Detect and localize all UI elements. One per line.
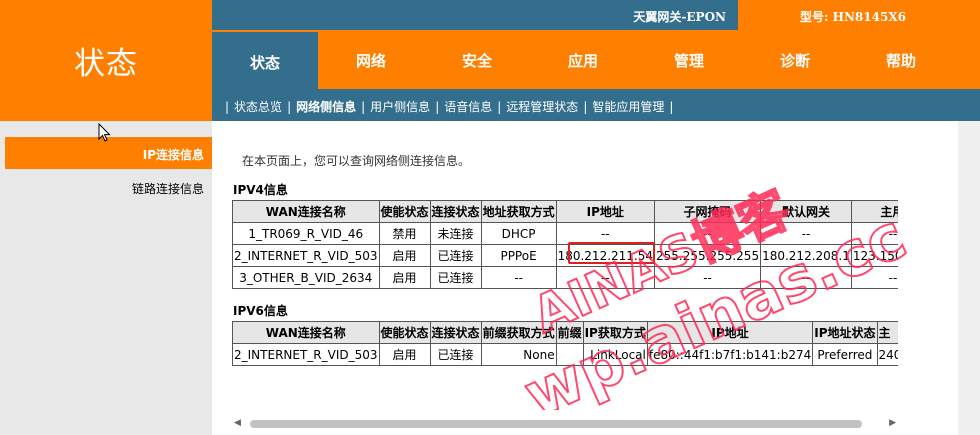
col-header: 主	[876, 321, 898, 344]
table-cell: --	[480, 266, 557, 289]
nav-help[interactable]: 帮助	[848, 30, 954, 89]
scroll-left-icon[interactable]: ◀	[234, 418, 241, 428]
table-cell: 启用	[378, 343, 431, 366]
table-header-row: WAN连接名称 使能状态 连接状态 前缀获取方式 前缀 IP获取方式 IP地址 …	[232, 321, 898, 344]
ipv6-section-title: IPV6信息	[233, 304, 288, 318]
ipv4-section-title: IPV4信息	[233, 183, 288, 197]
table-row: 2_INTERNET_R_VID_503 启用 已连接 None LinkLoc…	[232, 343, 898, 366]
table-cell: 123.150.150.	[850, 244, 898, 267]
model-label: 型号: HN8145X6	[800, 10, 906, 24]
table-cell: 已连接	[429, 343, 482, 366]
table-cell: 3_OTHER_B_VID_2634	[232, 266, 380, 289]
table-cell: --	[654, 266, 762, 289]
ip-highlight-box	[568, 242, 655, 264]
ipv6-table: WAN连接名称 使能状态 连接状态 前缀获取方式 前缀 IP获取方式 IP地址 …	[232, 321, 898, 366]
col-header: IP地址	[555, 200, 656, 223]
table-cell: --	[760, 222, 852, 245]
separator: |	[497, 100, 502, 114]
table-cell: 240e	[876, 343, 898, 366]
table-cell: --	[555, 266, 656, 289]
col-header: 连接状态	[429, 200, 482, 223]
nav-network[interactable]: 网络	[318, 30, 424, 89]
horizontal-scrollbar[interactable]: ◀ ▶	[232, 416, 898, 430]
sidebar: IP连接信息 链路连接信息	[0, 121, 212, 435]
col-header: IP地址	[646, 321, 814, 344]
table-cell: 180.212.208.1	[760, 244, 852, 267]
scrollbar-thumb[interactable]	[250, 420, 862, 428]
table-cell: 启用	[378, 266, 431, 289]
subnav-user-info[interactable]: 用户侧信息	[370, 100, 430, 114]
sidebar-item-label: IP连接信息	[142, 148, 204, 162]
page-title: 状态	[74, 46, 138, 82]
col-header: IP地址状态	[812, 321, 878, 344]
table-cell: 启用	[378, 244, 431, 267]
col-header: 前缀	[555, 321, 584, 344]
col-header: 地址获取方式	[480, 200, 557, 223]
nav-diagnose[interactable]: 诊断	[742, 30, 848, 89]
table-cell: fe80::44f1:b7f1:b141:b274	[646, 343, 814, 366]
subnav-remote-status[interactable]: 远程管理状态	[506, 100, 578, 114]
table-row: 1_TR069_R_VID_46 禁用 未连接 DHCP -- -- -- --	[232, 222, 898, 245]
sub-nav: | 状态总览 | 网络侧信息 | 用户侧信息 | 语音信息 | 远程管理状态 | 智能应用管理 |	[212, 89, 980, 121]
nav-manage[interactable]: 管理	[636, 30, 742, 89]
left-header: 状态	[0, 0, 212, 121]
col-header: 连接状态	[429, 321, 482, 344]
col-header: 使能状态	[378, 321, 431, 344]
ipv4-table-viewport: WAN连接名称 使能状态 连接状态 地址获取方式 IP地址 子网掩码 默认网关 …	[232, 200, 898, 291]
subnav-network-info[interactable]: 网络侧信息	[296, 100, 356, 114]
separator: |	[225, 100, 230, 114]
intro-text: 在本页面上，您可以查询网络侧连接信息。	[242, 154, 471, 168]
model-box: 型号: HN8145X6	[738, 0, 980, 30]
table-cell: --	[760, 266, 852, 289]
table-cell: 2_INTERNET_R_VID_503	[232, 343, 380, 366]
col-header: 默认网关	[760, 200, 852, 223]
separator: |	[435, 100, 440, 114]
table-cell: 已连接	[429, 244, 482, 267]
scroll-right-icon[interactable]: ▶	[889, 418, 896, 428]
col-header: WAN连接名称	[232, 321, 380, 344]
table-cell: LinkLocal	[582, 343, 648, 366]
table-cell: 255.255.255.255	[654, 244, 762, 267]
table-cell: None	[480, 343, 557, 366]
table-cell: DHCP	[480, 222, 557, 245]
table-row: 3_OTHER_B_VID_2634 启用 已连接 -- -- -- -- --	[232, 266, 898, 289]
table-cell	[555, 343, 584, 366]
col-header: WAN连接名称	[232, 200, 380, 223]
table-cell: 1_TR069_R_VID_46	[232, 222, 380, 245]
table-cell: --	[850, 222, 898, 245]
device-name: 天翼网关-EPON	[633, 10, 726, 24]
separator: |	[287, 100, 292, 114]
main-nav: 状态 网络 安全 应用 管理 诊断 帮助	[212, 30, 980, 91]
table-cell: 禁用	[378, 222, 431, 245]
subnav-smart-app[interactable]: 智能应用管理	[592, 100, 664, 114]
table-cell: 已连接	[429, 266, 482, 289]
mouse-cursor-icon	[98, 123, 111, 142]
separator: |	[583, 100, 588, 114]
table-header-row: WAN连接名称 使能状态 连接状态 地址获取方式 IP地址 子网掩码 默认网关 …	[232, 200, 898, 223]
ipv6-table-viewport: WAN连接名称 使能状态 连接状态 前缀获取方式 前缀 IP获取方式 IP地址 …	[232, 321, 898, 366]
subnav-overview[interactable]: 状态总览	[234, 100, 282, 114]
table-cell: --	[850, 266, 898, 289]
table-cell: Preferred	[812, 343, 878, 366]
table-cell: PPPoE	[480, 244, 557, 267]
nav-status[interactable]: 状态	[212, 32, 318, 91]
col-header: 前缀获取方式	[480, 321, 557, 344]
separator: |	[361, 100, 366, 114]
right-edge-strip	[958, 121, 980, 435]
col-header: 使能状态	[378, 200, 431, 223]
nav-apps[interactable]: 应用	[530, 30, 636, 89]
col-header: IP获取方式	[582, 321, 648, 344]
nav-security[interactable]: 安全	[424, 30, 530, 89]
table-cell: --	[654, 222, 762, 245]
table-cell: 2_INTERNET_R_VID_503	[232, 244, 380, 267]
separator: |	[669, 100, 674, 114]
col-header: 主用DNS	[850, 200, 898, 223]
subnav-voice-info[interactable]: 语音信息	[444, 100, 492, 114]
col-header: 子网掩码	[654, 200, 762, 223]
table-row: 2_INTERNET_R_VID_503 启用 已连接 PPPoE 180.21…	[232, 244, 898, 267]
sidebar-item-link-connection[interactable]: 链路连接信息	[132, 180, 204, 197]
table-cell: 未连接	[429, 222, 482, 245]
ipv4-table: WAN连接名称 使能状态 连接状态 地址获取方式 IP地址 子网掩码 默认网关 …	[232, 200, 898, 289]
